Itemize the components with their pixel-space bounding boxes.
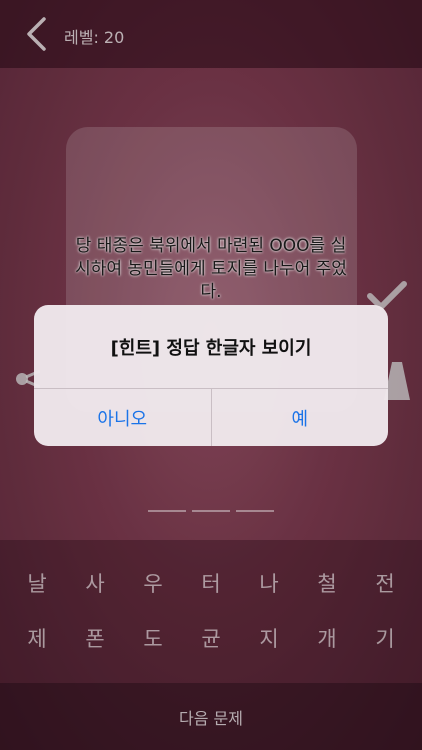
cancel-button[interactable]: 아니오 [34,389,211,446]
hint-alert-dialog: [힌트] 정답 한글자 보이기 아니오 예 [34,305,388,446]
confirm-button[interactable]: 예 [210,389,389,446]
alert-button-row: 아니오 예 [34,388,388,446]
alert-title: [힌트] 정답 한글자 보이기 [110,337,312,359]
